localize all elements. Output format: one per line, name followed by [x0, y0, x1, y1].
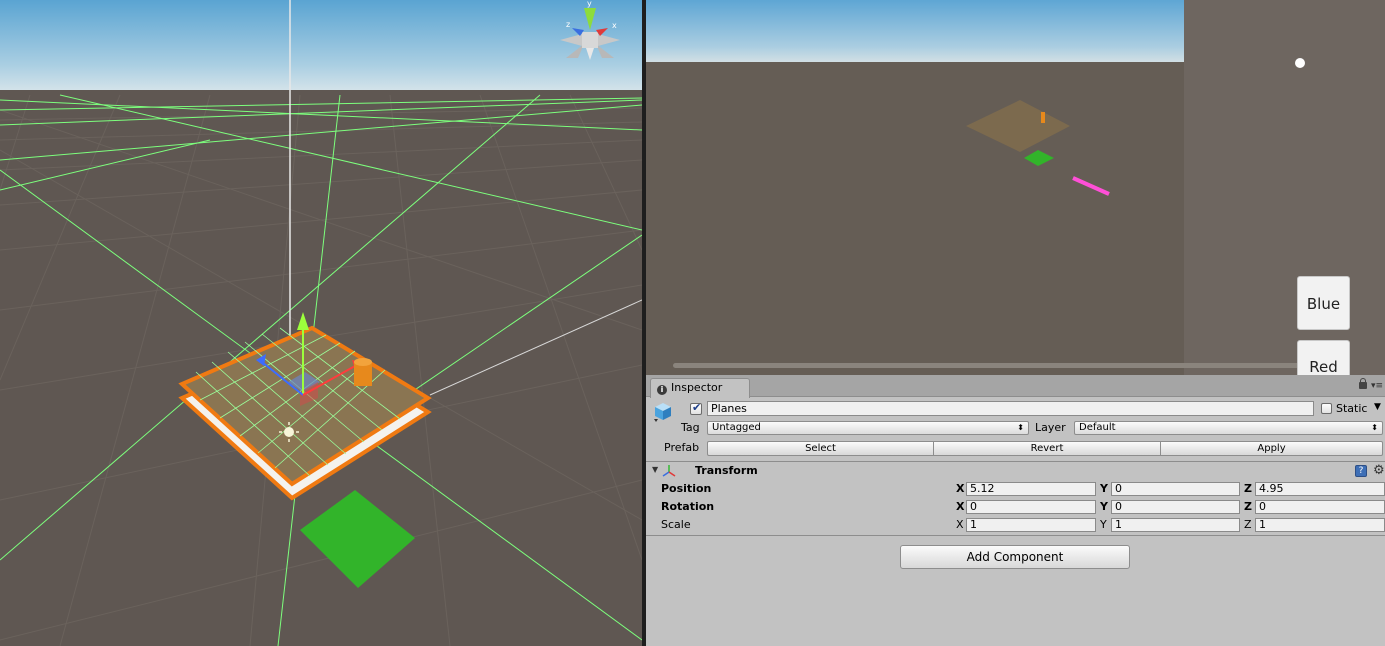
- static-label: Static: [1336, 402, 1368, 415]
- layer-label: Layer: [1035, 421, 1066, 434]
- active-checkbox[interactable]: [690, 401, 702, 415]
- layer-dropdown-value: Default: [1079, 422, 1116, 433]
- game-cylinder-object: [1041, 112, 1045, 123]
- position-y-axis-label: Y: [1100, 482, 1108, 495]
- scale-label: Scale: [661, 518, 691, 531]
- scene-canvas[interactable]: z x y: [0, 0, 642, 646]
- tag-dropdown[interactable]: Untagged ⬍: [707, 421, 1029, 435]
- position-label: Position: [661, 482, 712, 495]
- transform-title: Transform: [695, 464, 758, 477]
- panel-menu-icon[interactable]: ▾≡: [1371, 381, 1383, 391]
- rotation-y-axis-label: Y: [1100, 500, 1108, 513]
- foldout-arrow-icon[interactable]: ▼: [652, 465, 658, 474]
- help-book-icon[interactable]: ?: [1355, 465, 1367, 477]
- transform-axes-icon: [662, 465, 676, 477]
- scale-y-field[interactable]: 1: [1111, 518, 1240, 532]
- prefab-label: Prefab: [664, 441, 700, 454]
- chevron-updown-icon: ⬍: [1017, 423, 1024, 432]
- scale-z-field[interactable]: 1: [1255, 518, 1385, 532]
- chevron-updown-icon: ⬍: [1371, 423, 1378, 432]
- scene-sky: [0, 0, 642, 92]
- prefab-apply-button[interactable]: Apply: [1160, 441, 1383, 456]
- game-side-panel: [1184, 0, 1385, 375]
- rotation-z-axis-label: Z: [1244, 500, 1252, 513]
- game-ground: [646, 62, 1184, 375]
- position-y-field[interactable]: 0: [1111, 482, 1240, 496]
- blue-button[interactable]: Blue: [1297, 276, 1350, 330]
- inspector-tab-bar: i Inspector ▾≡: [646, 375, 1385, 398]
- scale-x-axis-label: X: [956, 518, 964, 531]
- position-z-field[interactable]: 4.95: [1255, 482, 1385, 496]
- object-name-field[interactable]: Planes: [707, 401, 1314, 416]
- rotation-y-field[interactable]: 0: [1111, 500, 1240, 514]
- gameobject-cube-icon: [654, 403, 671, 422]
- red-button[interactable]: Red: [1297, 340, 1350, 375]
- game-view[interactable]: Blue Red: [646, 0, 1385, 375]
- prefab-select-button[interactable]: Select: [707, 441, 934, 456]
- game-sky: [646, 0, 1184, 62]
- transform-component-header[interactable]: ▼ Transform ? ⚙: [646, 462, 1385, 480]
- divider: [646, 535, 1385, 536]
- layer-dropdown[interactable]: Default ⬍: [1074, 421, 1383, 435]
- scale-z-axis-label: Z: [1244, 518, 1252, 531]
- svg-text:y: y: [587, 0, 592, 8]
- lock-icon[interactable]: [1359, 378, 1367, 389]
- cursor-icon: [1295, 58, 1305, 68]
- rotation-x-axis-label: X: [956, 500, 965, 513]
- position-x-field[interactable]: 5.12: [966, 482, 1096, 496]
- scale-x-field[interactable]: 1: [966, 518, 1096, 532]
- scale-y-axis-label: Y: [1100, 518, 1107, 531]
- rotation-x-field[interactable]: 0: [966, 500, 1096, 514]
- svg-text:x: x: [612, 21, 617, 30]
- info-icon: i: [657, 385, 667, 395]
- game-scrollbar[interactable]: [673, 363, 1305, 368]
- scene-view[interactable]: z x y: [0, 0, 642, 646]
- position-z-axis-label: Z: [1244, 482, 1252, 495]
- tag-dropdown-value: Untagged: [712, 422, 761, 433]
- cylinder-object[interactable]: [354, 358, 372, 386]
- static-checkbox[interactable]: [1321, 403, 1332, 414]
- position-x-axis-label: X: [956, 482, 965, 495]
- tab-inspector-label: Inspector: [671, 381, 723, 394]
- prefab-revert-button[interactable]: Revert: [933, 441, 1161, 456]
- rotation-z-field[interactable]: 0: [1255, 500, 1385, 514]
- static-dropdown-arrow[interactable]: ▼: [1374, 402, 1381, 412]
- add-component-button[interactable]: Add Component: [900, 545, 1130, 569]
- tab-inspector[interactable]: i Inspector: [650, 378, 750, 398]
- rotation-label: Rotation: [661, 500, 715, 513]
- game-canvas: [646, 0, 1385, 375]
- svg-text:z: z: [566, 20, 570, 29]
- inspector-panel: i Inspector ▾≡ Planes Static ▼ Tag Untagg…: [646, 375, 1385, 646]
- gear-icon[interactable]: ⚙: [1373, 463, 1385, 478]
- tag-label: Tag: [681, 421, 700, 434]
